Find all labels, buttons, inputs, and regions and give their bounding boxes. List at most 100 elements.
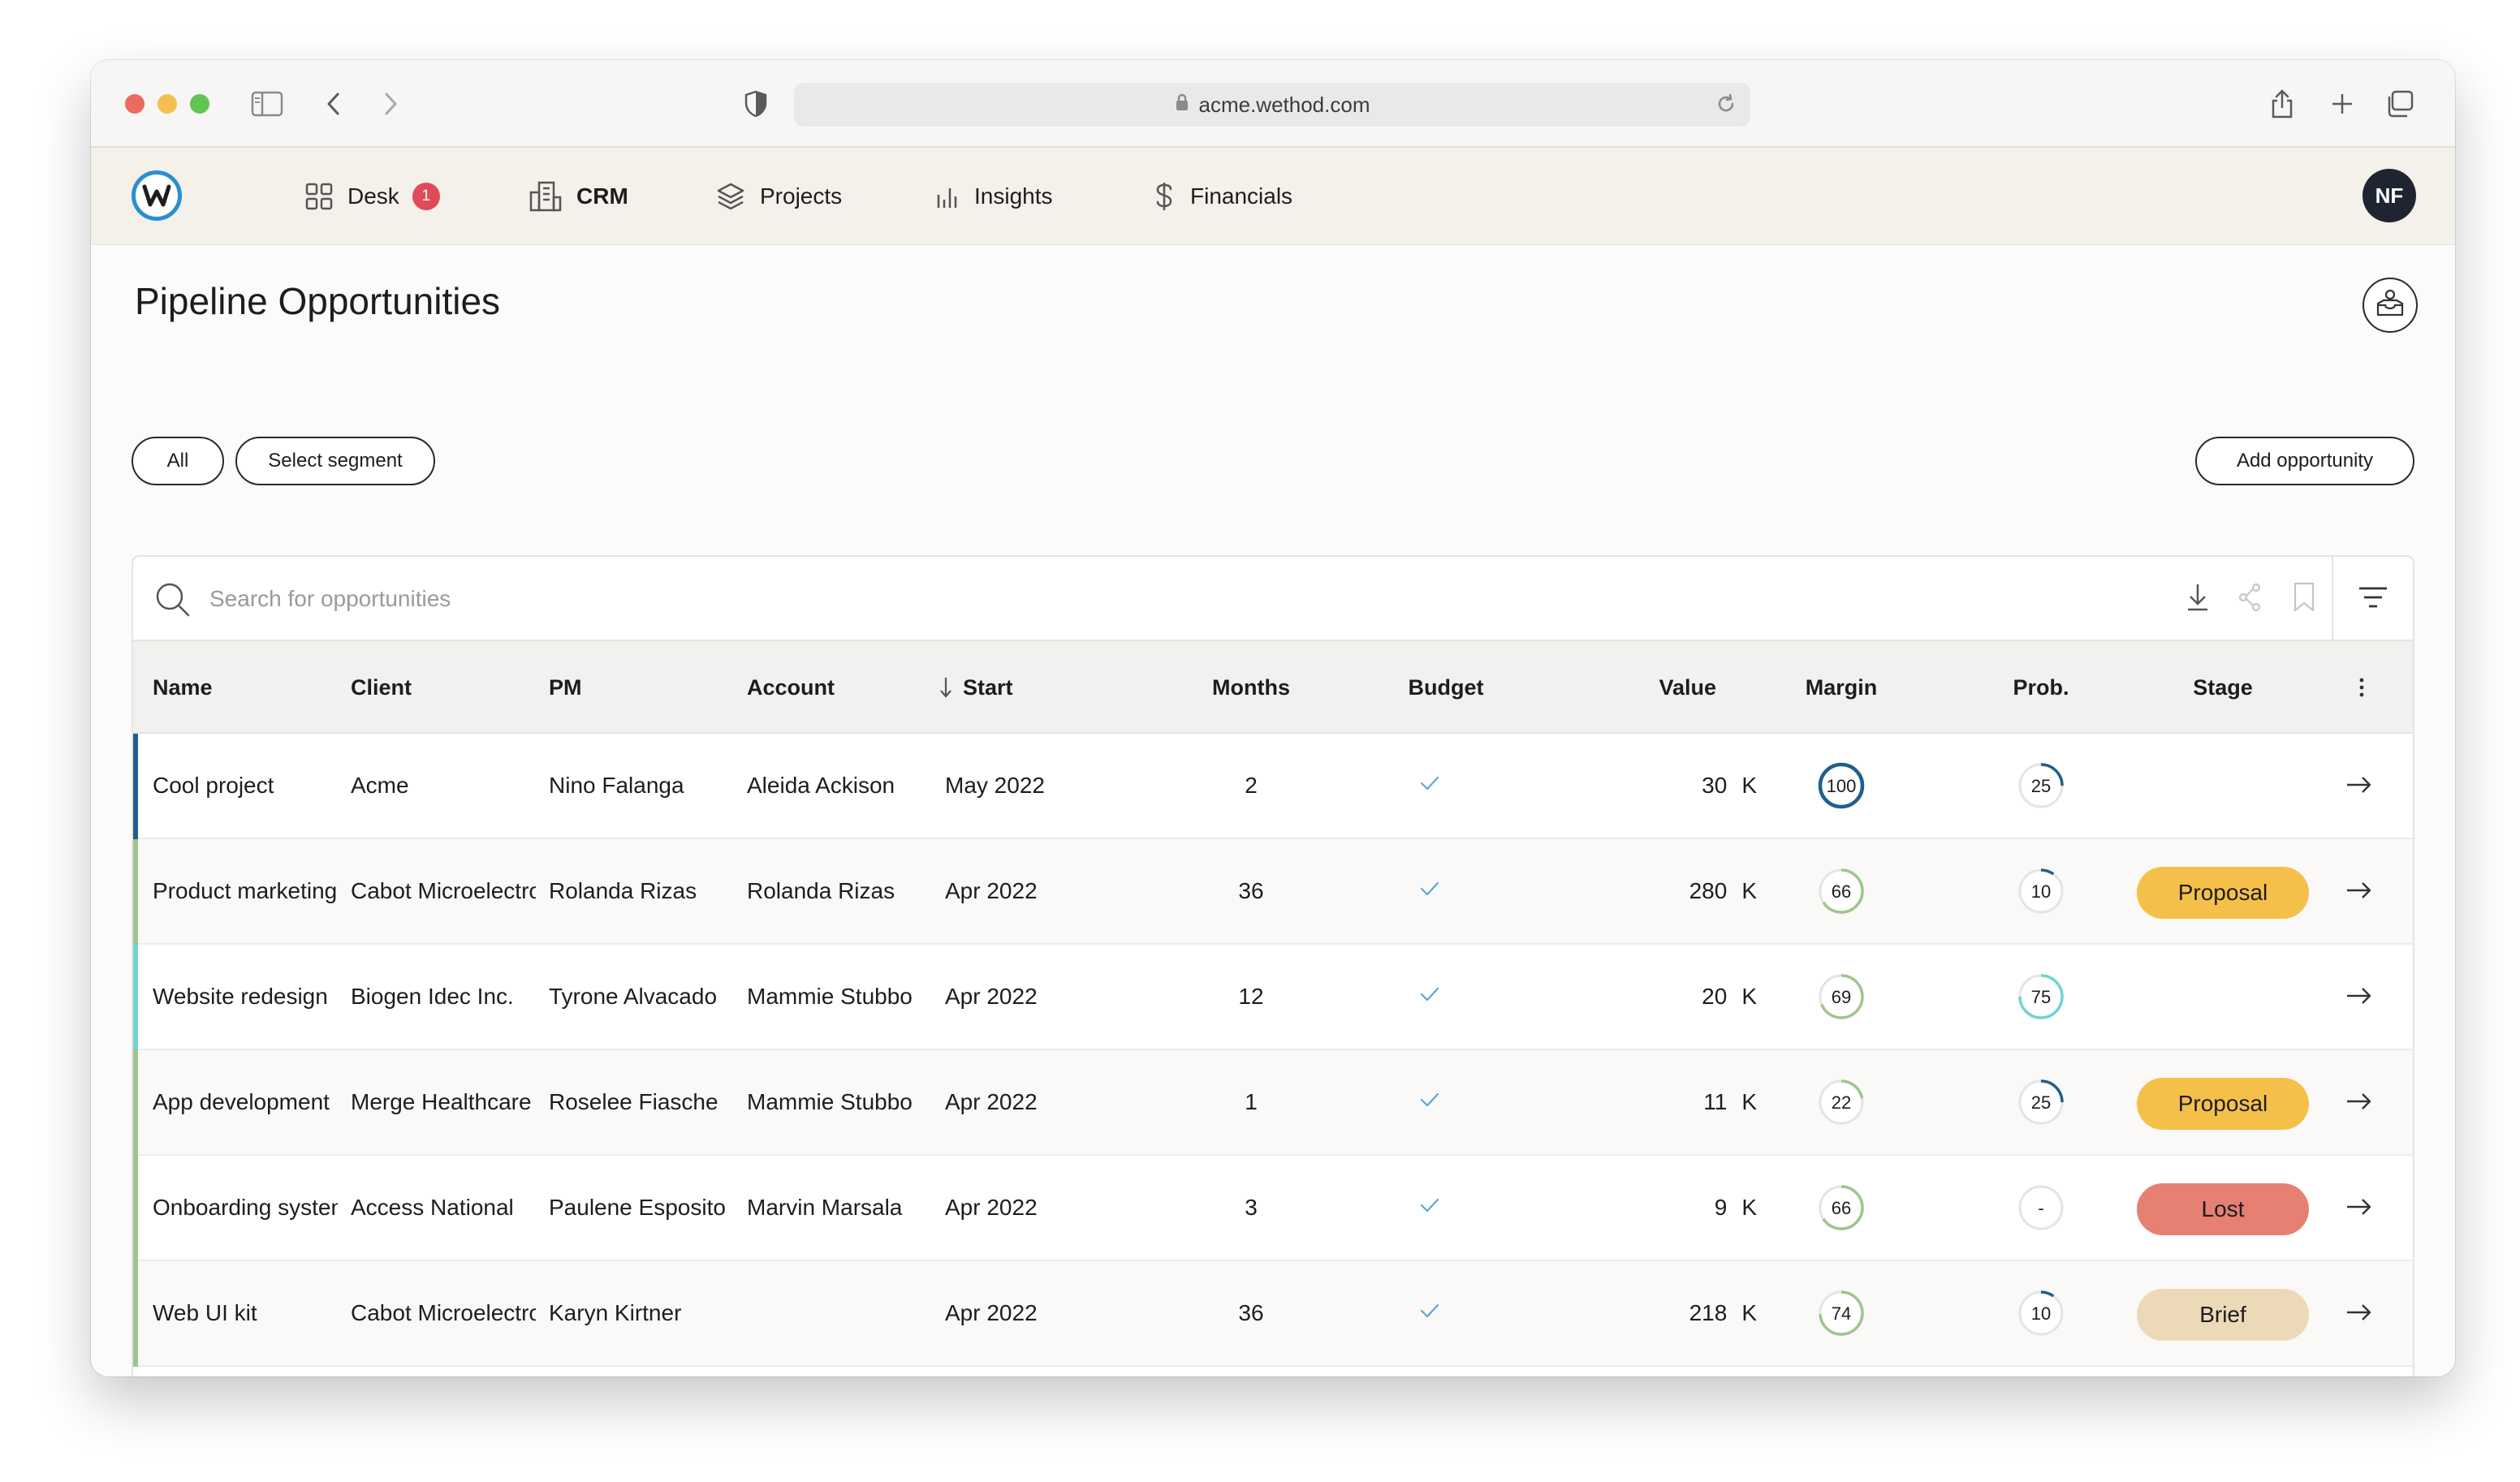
arrow-right-icon[interactable] [2345, 1300, 2374, 1329]
column-options-button[interactable] [2358, 641, 2366, 734]
table-row[interactable]: Cool project Acme Nino Falanga Aleida Ackis… [133, 734, 2413, 839]
arrow-right-icon[interactable] [2345, 878, 2374, 907]
minimize-window-button[interactable] [158, 94, 177, 114]
column-header-months[interactable]: Months [1180, 641, 1322, 734]
table-row[interactable]: App development Merge Healthcare Roselee F… [133, 1050, 2413, 1156]
table-row[interactable]: Onboarding system Access National Paulene … [133, 1156, 2413, 1261]
column-header-value[interactable]: Value [1611, 641, 1716, 734]
cell-name: Website redesign [153, 984, 328, 1009]
column-header-start[interactable]: Start [939, 641, 1013, 734]
bookmark-icon[interactable] [2291, 581, 2317, 614]
column-header-name[interactable]: Name [153, 641, 213, 734]
row-status-bar [133, 945, 138, 1050]
column-header-prob[interactable]: Prob. [1984, 641, 2098, 734]
stage-badge[interactable]: Lost [2137, 1183, 2309, 1235]
segment-all-button[interactable]: All [132, 437, 224, 485]
column-header-pm[interactable]: PM [549, 641, 582, 734]
sidebar-toggle-icon[interactable] [250, 88, 284, 120]
column-header-stage[interactable]: Stage [2142, 641, 2304, 734]
cell-value-number: 280 [1689, 878, 1728, 903]
cell-value-unit: K [1741, 1300, 1757, 1325]
arrow-right-icon[interactable] [2345, 1089, 2374, 1118]
cell-months: 36 [1238, 1300, 1264, 1325]
import-button[interactable] [2362, 278, 2418, 333]
page-title: Pipeline Opportunities [135, 280, 501, 322]
margin-indicator: 66 [1817, 867, 1866, 915]
margin-indicator-value: 74 [1832, 1303, 1851, 1324]
budget-check-icon [1419, 1091, 1440, 1113]
cell-account: Mammie Stubbo [747, 1089, 913, 1114]
column-header-account[interactable]: Account [747, 641, 835, 734]
tab-overview-icon[interactable] [2384, 88, 2416, 120]
back-icon[interactable] [321, 88, 346, 120]
cell-start: May 2022 [945, 773, 1045, 798]
cell-value-number: 218 [1689, 1300, 1728, 1325]
margin-indicator-value: 69 [1832, 987, 1851, 1007]
arrow-right-icon[interactable] [2345, 984, 2374, 1012]
table-row[interactable]: Product marketing Cabot Microelectronics R… [133, 839, 2413, 945]
cell-months: 36 [1238, 878, 1264, 903]
probability-indicator-value: 10 [2031, 1303, 2051, 1324]
probability-indicator: 75 [2017, 972, 2065, 1021]
row-status-bar [133, 1261, 138, 1367]
column-header-budget[interactable]: Budget [1375, 641, 1517, 734]
cell-value-number: 20 [1702, 984, 1728, 1009]
building-icon [529, 181, 562, 212]
margin-indicator: 22 [1817, 1078, 1866, 1127]
arrow-right-icon[interactable] [2345, 773, 2374, 801]
budget-check-icon [1419, 1302, 1440, 1324]
table-row[interactable]: Web UI kit Cabot Microelectronics Karyn Ki… [133, 1261, 2413, 1367]
cell-value-unit: K [1741, 1089, 1757, 1114]
probability-indicator-value: - [2038, 1198, 2043, 1218]
arrow-right-icon[interactable] [2345, 1195, 2374, 1223]
stage-badge[interactable]: Proposal [2137, 1078, 2309, 1130]
download-icon[interactable] [2184, 581, 2211, 614]
cell-account: Aleida Ackison [747, 773, 895, 798]
nav-item-financials[interactable]: Financials [1153, 148, 1292, 245]
address-bar[interactable]: acme.wethod.com [794, 83, 1750, 127]
browser-toolbar: acme.wethod.com [91, 60, 2455, 148]
close-window-button[interactable] [125, 94, 145, 114]
table-row[interactable]: Website redesign Biogen Idec Inc. Tyrone A… [133, 945, 2413, 1050]
forward-icon[interactable] [378, 88, 403, 120]
wethod-logo[interactable] [132, 170, 182, 221]
table-toolbar [133, 557, 2413, 641]
stage-badge[interactable]: Brief [2137, 1289, 2309, 1341]
cell-start: Apr 2022 [945, 1300, 1038, 1325]
add-opportunity-button[interactable]: Add opportunity [2195, 437, 2414, 485]
budget-check-icon [1419, 774, 1440, 796]
cell-months: 12 [1238, 984, 1264, 1009]
share-nodes-icon[interactable] [2236, 581, 2263, 614]
nav-item-insights[interactable]: Insights [935, 148, 1053, 245]
nav-item-crm[interactable]: CRM [529, 148, 628, 245]
reload-icon[interactable] [1715, 93, 1737, 121]
cell-start: Apr 2022 [945, 1089, 1038, 1114]
column-header-client[interactable]: Client [351, 641, 412, 734]
probability-indicator-value: 75 [2031, 987, 2051, 1007]
column-header-margin[interactable]: Margin [1784, 641, 1898, 734]
cell-value-number: 30 [1702, 773, 1728, 798]
nav-item-desk[interactable]: Desk 1 [305, 148, 440, 245]
search-input[interactable] [209, 578, 1671, 620]
new-tab-icon[interactable] [2328, 88, 2356, 120]
margin-indicator: 66 [1817, 1183, 1866, 1232]
probability-indicator-value: 10 [2031, 881, 2051, 902]
privacy-shield-icon[interactable] [742, 88, 770, 120]
select-segment-button[interactable]: Select segment [235, 437, 435, 485]
zoom-window-button[interactable] [190, 94, 209, 114]
sort-arrow-down-icon [939, 675, 953, 700]
cell-client: Access National [351, 1195, 514, 1220]
user-avatar[interactable]: NF [2362, 169, 2416, 222]
probability-indicator-value: 25 [2031, 1092, 2051, 1113]
filter-button[interactable] [2332, 557, 2413, 641]
url-text: acme.wethod.com [1198, 92, 1370, 117]
nav-item-projects[interactable]: Projects [716, 148, 842, 245]
cell-start: Apr 2022 [945, 984, 1038, 1009]
cell-client: Acme [351, 773, 409, 798]
cell-pm: Nino Falanga [549, 773, 684, 798]
share-icon[interactable] [2268, 88, 2296, 120]
cell-months: 3 [1245, 1195, 1258, 1220]
stage-badge[interactable]: Proposal [2137, 867, 2309, 919]
app-navbar: Desk 1 CRM Projects Insights Financials … [91, 148, 2455, 245]
probability-indicator: - [2017, 1183, 2065, 1232]
